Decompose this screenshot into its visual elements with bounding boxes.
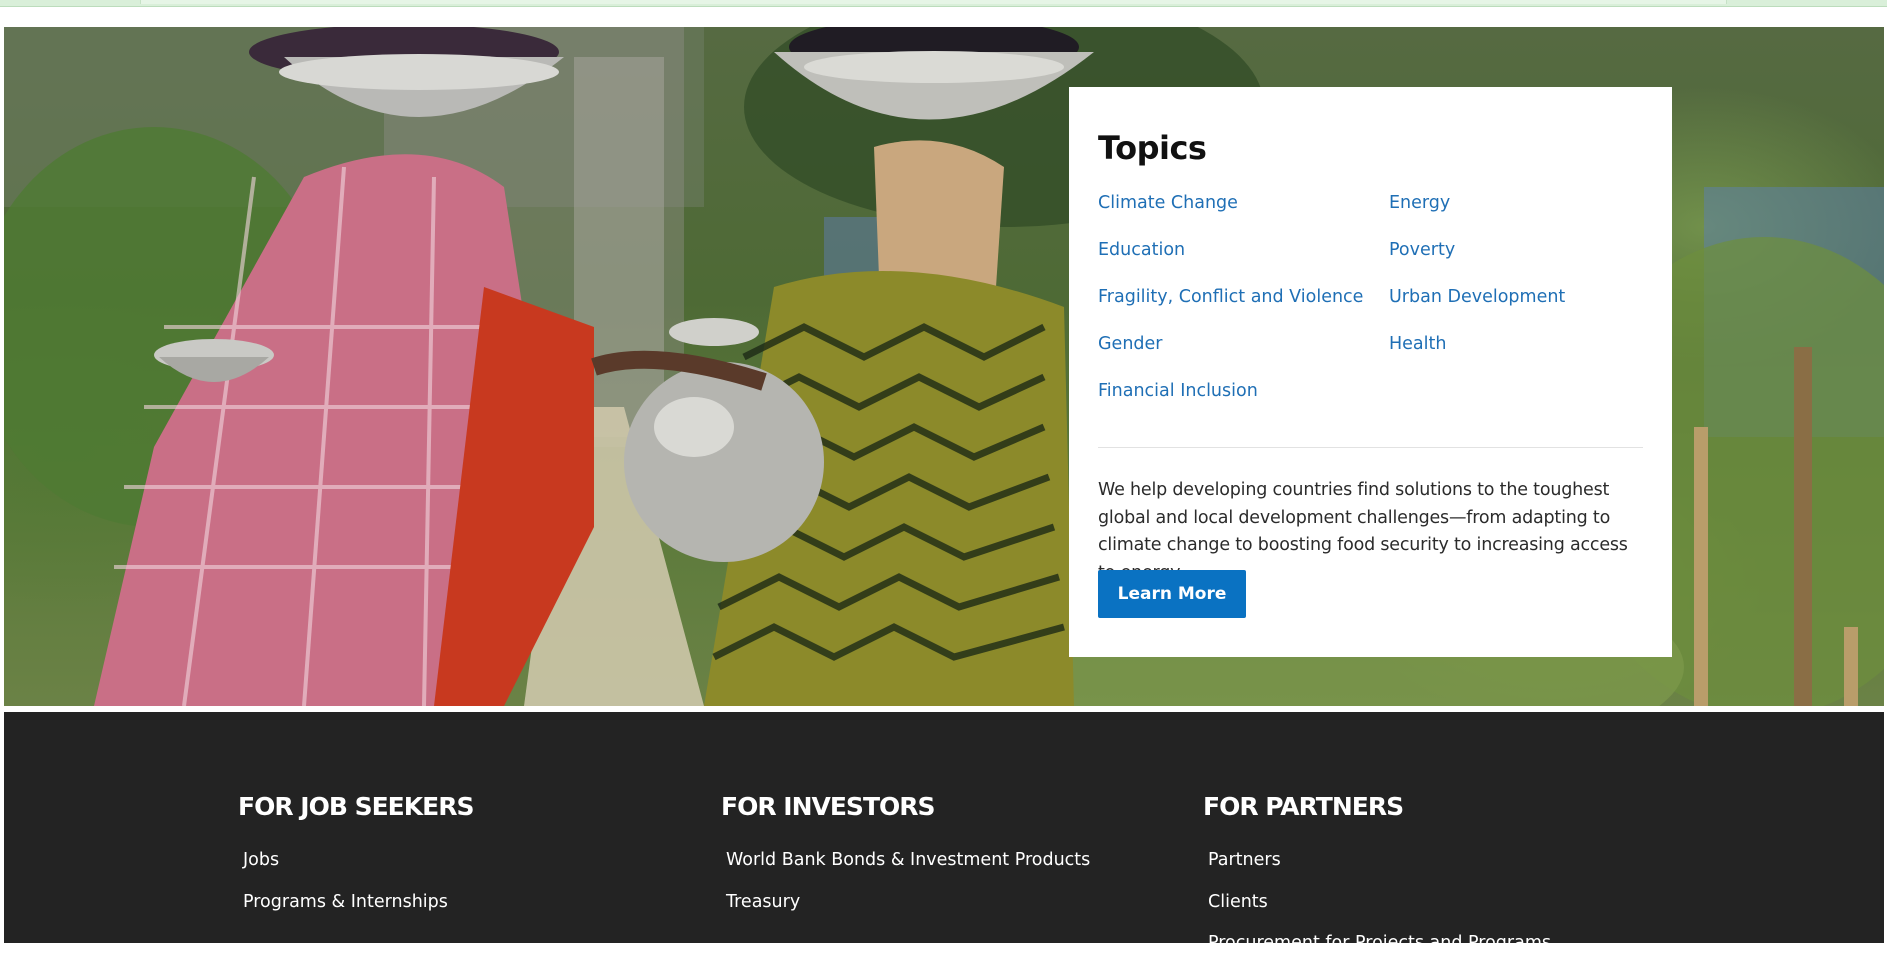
topics-divider [1098,447,1643,448]
topic-link-urban-development[interactable]: Urban Development [1389,287,1565,307]
footer-link-treasury[interactable]: Treasury [726,892,800,912]
footer-link-programs-internships[interactable]: Programs & Internships [243,892,448,912]
topic-link-health[interactable]: Health [1389,334,1446,354]
topic-link-energy[interactable]: Energy [1389,193,1450,213]
footer-link-bonds-investment-products[interactable]: World Bank Bonds & Investment Products [726,850,1090,870]
topic-link-financial-inclusion[interactable]: Financial Inclusion [1098,381,1258,401]
footer-link-jobs[interactable]: Jobs [243,850,279,870]
topic-link-gender[interactable]: Gender [1098,334,1163,354]
footer-heading-job-seekers: FOR JOB SEEKERS [238,792,474,821]
topic-link-education[interactable]: Education [1098,240,1185,260]
topic-link-fragility-conflict-violence[interactable]: Fragility, Conflict and Violence [1098,287,1363,307]
footer: FOR JOB SEEKERS Jobs Programs & Internsh… [4,712,1884,953]
footer-link-procurement[interactable]: Procurement for Projects and Programs [1208,933,1551,953]
footer-link-clients[interactable]: Clients [1208,892,1268,912]
top-accent-bar [0,0,1887,7]
hero-image: Topics Climate Change Energy Education P… [4,27,1884,706]
footer-heading-partners: FOR PARTNERS [1203,792,1404,821]
learn-more-button[interactable]: Learn More [1098,570,1246,618]
topics-title: Topics [1098,129,1207,167]
topic-link-poverty[interactable]: Poverty [1389,240,1455,260]
footer-heading-investors: FOR INVESTORS [721,792,936,821]
footer-link-partners[interactable]: Partners [1208,850,1281,870]
topic-link-climate-change[interactable]: Climate Change [1098,193,1238,213]
topics-card: Topics Climate Change Energy Education P… [1069,87,1672,657]
top-accent-bar-inner [140,0,1727,4]
